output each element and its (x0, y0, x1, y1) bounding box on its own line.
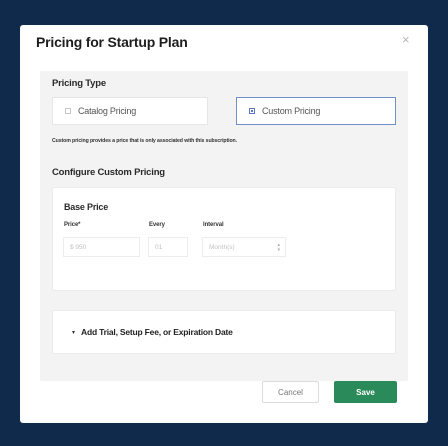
price-input[interactable]: $ 950 (63, 237, 140, 257)
custom-pricing-note: Custom pricing provides a price that is … (52, 138, 237, 144)
checkbox-checked-icon (249, 108, 255, 114)
pricing-modal: Pricing for Startup Plan × Pricing Type … (20, 25, 428, 423)
chevron-up-down-icon: ▴ ▾ (277, 242, 280, 253)
catalog-pricing-option[interactable]: Catalog Pricing (52, 97, 208, 125)
add-extras-toggle[interactable]: ▾ Add Trial, Setup Fee, or Expiration Da… (52, 310, 396, 354)
price-label: Price* (64, 222, 81, 228)
interval-select-value: Month(s) (209, 243, 235, 251)
cancel-button[interactable]: Cancel (262, 381, 319, 403)
custom-pricing-option[interactable]: Custom Pricing (236, 97, 396, 125)
configure-pricing-label: Configure Custom Pricing (52, 167, 165, 178)
every-label: Every (149, 222, 165, 228)
every-input[interactable]: 01 (148, 237, 188, 257)
base-price-card: Base Price Price* Every Interval $ 950 0… (52, 187, 396, 291)
save-button[interactable]: Save (334, 381, 397, 403)
checkbox-icon (65, 108, 71, 114)
chevron-down-icon: ▾ (72, 329, 76, 336)
interval-select[interactable]: Month(s) ▴ ▾ (202, 237, 286, 257)
add-extras-label: Add Trial, Setup Fee, or Expiration Date (81, 327, 233, 337)
pricing-type-label: Pricing Type (52, 78, 106, 89)
custom-pricing-label: Custom Pricing (262, 106, 321, 116)
interval-label: Interval (203, 222, 224, 228)
catalog-pricing-label: Catalog Pricing (78, 106, 137, 116)
close-icon[interactable]: × (402, 33, 412, 46)
base-price-heading: Base Price (64, 202, 109, 212)
modal-title: Pricing for Startup Plan (36, 34, 188, 50)
